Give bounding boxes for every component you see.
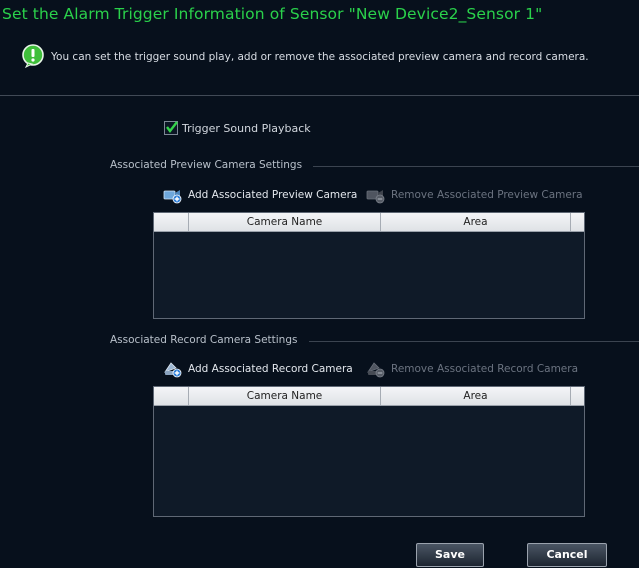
- remove-record-camera-icon: [366, 362, 385, 378]
- save-button[interactable]: Save: [416, 543, 484, 567]
- preview-camera-table[interactable]: Camera Name Area: [153, 212, 585, 319]
- info-bubble-icon: [22, 44, 44, 68]
- record-table-body: [154, 406, 584, 516]
- column-header-camera-name[interactable]: Camera Name: [189, 387, 381, 405]
- trigger-sound-row[interactable]: Trigger Sound Playback: [164, 121, 311, 135]
- remove-preview-camera-button[interactable]: Remove Associated Preview Camera: [366, 186, 583, 204]
- add-record-camera-label: Add Associated Record Camera: [188, 363, 353, 375]
- trigger-sound-label: Trigger Sound Playback: [182, 121, 311, 135]
- column-header-camera-name[interactable]: Camera Name: [189, 213, 381, 231]
- add-record-camera-button[interactable]: Add Associated Record Camera: [163, 360, 353, 378]
- add-record-camera-icon: [163, 362, 182, 378]
- record-camera-table[interactable]: Camera Name Area: [153, 386, 585, 517]
- table-header: Camera Name Area: [154, 387, 584, 406]
- header-divider: [0, 95, 639, 96]
- column-header-area[interactable]: Area: [381, 387, 571, 405]
- remove-camera-icon: [366, 190, 385, 204]
- add-camera-icon: [163, 190, 182, 204]
- add-preview-camera-label: Add Associated Preview Camera: [188, 189, 358, 201]
- record-section-title: Associated Record Camera Settings: [110, 334, 298, 346]
- table-header: Camera Name Area: [154, 213, 584, 232]
- record-section-divider: [309, 341, 639, 342]
- remove-record-camera-label: Remove Associated Record Camera: [391, 363, 579, 375]
- column-header-extra: [571, 387, 584, 405]
- column-header-select[interactable]: [154, 387, 189, 405]
- column-header-extra: [571, 213, 584, 231]
- preview-section-title: Associated Preview Camera Settings: [110, 159, 303, 171]
- cancel-button[interactable]: Cancel: [527, 543, 607, 567]
- remove-preview-camera-label: Remove Associated Preview Camera: [391, 189, 583, 201]
- add-preview-camera-button[interactable]: Add Associated Preview Camera: [163, 186, 357, 204]
- info-text: You can set the trigger sound play, add …: [51, 51, 589, 63]
- column-header-select[interactable]: [154, 213, 189, 231]
- trigger-sound-checkbox[interactable]: [164, 121, 178, 135]
- dialog-title: Set the Alarm Trigger Information of Sen…: [2, 5, 543, 23]
- remove-record-camera-button[interactable]: Remove Associated Record Camera: [366, 360, 578, 378]
- checkmark-icon: [166, 121, 178, 133]
- column-header-area[interactable]: Area: [381, 213, 571, 231]
- preview-section-divider: [313, 166, 639, 167]
- preview-table-body: [154, 232, 584, 318]
